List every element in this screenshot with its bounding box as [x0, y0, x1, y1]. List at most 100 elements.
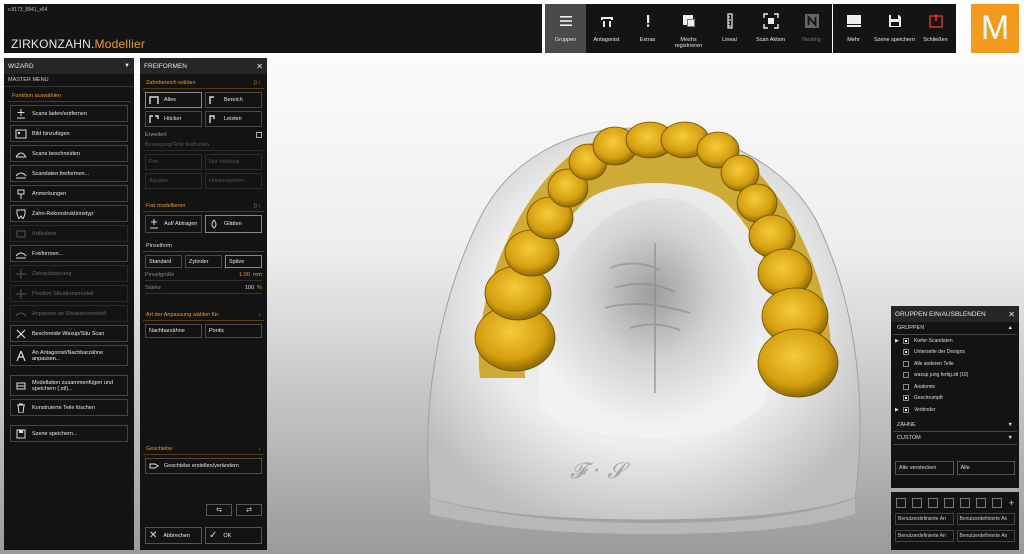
- alle-verstecken-button[interactable]: Alle verstecken: [895, 460, 954, 475]
- view-slot-button[interactable]: [896, 498, 906, 508]
- close-icon[interactable]: ✕: [256, 62, 263, 71]
- artikulator-button[interactable]: Artikulator: [10, 225, 128, 242]
- view-slot-button[interactable]: [912, 498, 922, 508]
- view-slot-button[interactable]: [944, 498, 954, 508]
- zahn-rekonstruktionstyp-button[interactable]: Zahn-Rekonstruktionstyp: [10, 205, 128, 222]
- nur-okklusal-button[interactable]: Nur okklusal: [205, 154, 262, 170]
- an-antagonist-anpassen-button[interactable]: An Antagonist/Nachbarzähne anpassen...: [10, 345, 128, 366]
- custom-section-toggle[interactable]: CUSTOM ▼: [893, 432, 1017, 445]
- staerke-slider[interactable]: Stärke 100 %: [145, 285, 262, 294]
- geschiebe-erstellen-button[interactable]: Geschiebe erstellen/verändern: [145, 458, 262, 474]
- toolbar-meshs-registrieren-button[interactable]: Meshs registrieren: [668, 4, 709, 53]
- view-slot-button[interactable]: [928, 498, 938, 508]
- toolbar-label: Schließen: [923, 37, 948, 43]
- custom-view-button[interactable]: Benutzerdefinierte An: [956, 513, 1015, 525]
- alle-button[interactable]: Alle: [956, 460, 1015, 475]
- attachment-icon: [149, 463, 159, 469]
- group-checkbox[interactable]: [903, 372, 909, 379]
- frei-button[interactable]: Frei: [145, 154, 202, 170]
- add-icon[interactable]: +: [1009, 498, 1014, 508]
- zylinder-button[interactable]: Zylinder: [185, 255, 222, 268]
- spitze-button[interactable]: Spitze: [225, 255, 262, 268]
- erweitert-checkbox[interactable]: [256, 132, 262, 138]
- scans-laden-button[interactable]: Scans laden/entfernen: [10, 105, 128, 122]
- nachbarzaehne-button[interactable]: Nachbarzähne: [145, 324, 202, 338]
- aequator-button[interactable]: Äquator: [145, 173, 202, 189]
- anmerkungen-button[interactable]: Anmerkungen: [10, 185, 128, 202]
- group-checkbox[interactable]: [903, 383, 909, 390]
- toolbar-label: Szene speichern: [874, 37, 915, 43]
- standard-button[interactable]: Standard: [145, 255, 182, 268]
- group-checkbox[interactable]: [903, 395, 909, 402]
- redo-button[interactable]: ⇄: [236, 504, 262, 516]
- position-situationsmodell-button[interactable]: Position Situationsmodell: [10, 285, 128, 302]
- toolbar-nesting-button[interactable]: Nesting: [791, 4, 832, 53]
- group-item[interactable]: Geschrumpft: [891, 393, 1019, 405]
- info-icon[interactable]: ▯ ↓: [254, 80, 261, 86]
- freiformen-button[interactable]: Freiformen...: [10, 245, 128, 262]
- group-checkbox[interactable]: [903, 349, 909, 356]
- group-item[interactable]: Alle anderen Teile: [891, 358, 1019, 370]
- group-item[interactable]: Anatomie: [891, 381, 1019, 393]
- alles-button[interactable]: Alles: [145, 92, 202, 108]
- info-icon[interactable]: ▯ ↓: [254, 203, 261, 209]
- wizard-item-label: Zahnplatzierung: [32, 270, 72, 277]
- group-checkbox[interactable]: [903, 360, 909, 367]
- toolbar-gruppen-button[interactable]: Gruppen: [545, 4, 586, 53]
- group-checkbox[interactable]: [903, 337, 909, 344]
- undo-button[interactable]: ⇆: [206, 504, 232, 516]
- scandaten-freiformen-button[interactable]: Scandaten freiformen...: [10, 165, 128, 182]
- glaetten-button[interactable]: Glätten: [205, 215, 262, 233]
- auf-abtragen-button[interactable]: Auf/ Abtragen: [145, 215, 202, 233]
- top-bar: v.8173_8841_x64 ZIRKONZAHN.Modellier Gru…: [0, 0, 1024, 56]
- toolbar-extras-button[interactable]: Extras: [627, 4, 668, 53]
- view-slot-button[interactable]: [992, 498, 1002, 508]
- ok-button[interactable]: ✓ OK: [205, 527, 262, 544]
- view-slot-button[interactable]: [976, 498, 986, 508]
- abbrechen-button[interactable]: ✕ Abbrechen: [145, 527, 202, 544]
- group-checkbox[interactable]: [903, 406, 909, 413]
- toolbar-lineal-button[interactable]: Lineal: [709, 4, 750, 53]
- custom-view-button[interactable]: Benutzerdefinierte An: [895, 513, 954, 525]
- bild-hinzufuegen-button[interactable]: Bild hinzufügen: [10, 125, 128, 142]
- wizard-item-label: Freiformen...: [32, 250, 64, 257]
- anpassen-situationsmodell-button[interactable]: Anpassen an Situationsmodell: [10, 305, 128, 322]
- close-icon[interactable]: ✕: [1008, 310, 1015, 319]
- zahnplatzierung-button[interactable]: Zahnplatzierung: [10, 265, 128, 282]
- toolbar-mehr-button[interactable]: Mehr: [833, 4, 874, 53]
- pontic-button[interactable]: Pontic: [205, 324, 262, 338]
- leisten-button[interactable]: Leisten: [205, 111, 262, 127]
- model-engraving: 𝓕 · 𝓢: [570, 459, 630, 484]
- scans-beschneiden-button[interactable]: Scans beschneiden: [10, 145, 128, 162]
- zaehne-section-toggle[interactable]: ZÄHNE ▼: [893, 419, 1017, 432]
- beschneide-waxup-button[interactable]: Beschneide Waxup/Situ Scan: [10, 325, 128, 342]
- group-item[interactable]: ▶ Verbinder: [891, 404, 1019, 416]
- toolbar-schliessen-button[interactable]: Schließen: [915, 4, 956, 53]
- toolbar-antagonist-button[interactable]: Antagonist: [586, 4, 627, 53]
- toolbar-szene-speichern-button[interactable]: Szene speichern: [874, 4, 915, 53]
- group-item[interactable]: waxup jung fertig.stl (16): [891, 370, 1019, 382]
- custom-view-button[interactable]: Benutzerdefinierte An: [895, 530, 954, 542]
- info-icon[interactable]: ↓: [258, 446, 261, 452]
- hoeckerspitzen-button[interactable]: Höckerspitzen: [205, 173, 262, 189]
- konstruierte-teile-loeschen-button[interactable]: Konstruierte Teile löschen: [10, 399, 128, 416]
- secondary-toolbar: Mehr Szene speichern Schließen: [833, 4, 956, 53]
- szene-speichern-button[interactable]: Szene speichern...: [10, 425, 128, 442]
- view-slot-button[interactable]: [960, 498, 970, 508]
- 3d-viewport[interactable]: 𝓕 · 𝓢: [270, 58, 888, 550]
- modellation-speichern-button[interactable]: Modellation zusammenfügen und speichern …: [10, 375, 128, 396]
- expand-icon[interactable]: ▶: [895, 338, 903, 344]
- custom-view-button[interactable]: Benutzerdefinierte An: [956, 530, 1015, 542]
- wizard-dropdown[interactable]: WIZARD ▼: [4, 58, 134, 74]
- gruppen-section-toggle[interactable]: GRUPPEN ▲: [893, 322, 1017, 335]
- bereich-button[interactable]: Bereich: [205, 92, 262, 108]
- pinselgroesse-slider[interactable]: Pinselgröße 1.00 mm: [145, 272, 262, 281]
- group-item[interactable]: Unterseite der Designs: [891, 347, 1019, 359]
- info-icon[interactable]: ↓: [258, 312, 261, 318]
- hoecker-button[interactable]: Höcker: [145, 111, 202, 127]
- section-pinselform: Pinselform: [143, 237, 264, 252]
- toolbar-scan-aktion-button[interactable]: Scan Aktion: [750, 4, 791, 53]
- group-item[interactable]: ▶ Kiefer-Scandaten: [891, 335, 1019, 347]
- expand-icon[interactable]: ▶: [895, 407, 903, 413]
- section-label: Frei modellieren: [146, 203, 186, 209]
